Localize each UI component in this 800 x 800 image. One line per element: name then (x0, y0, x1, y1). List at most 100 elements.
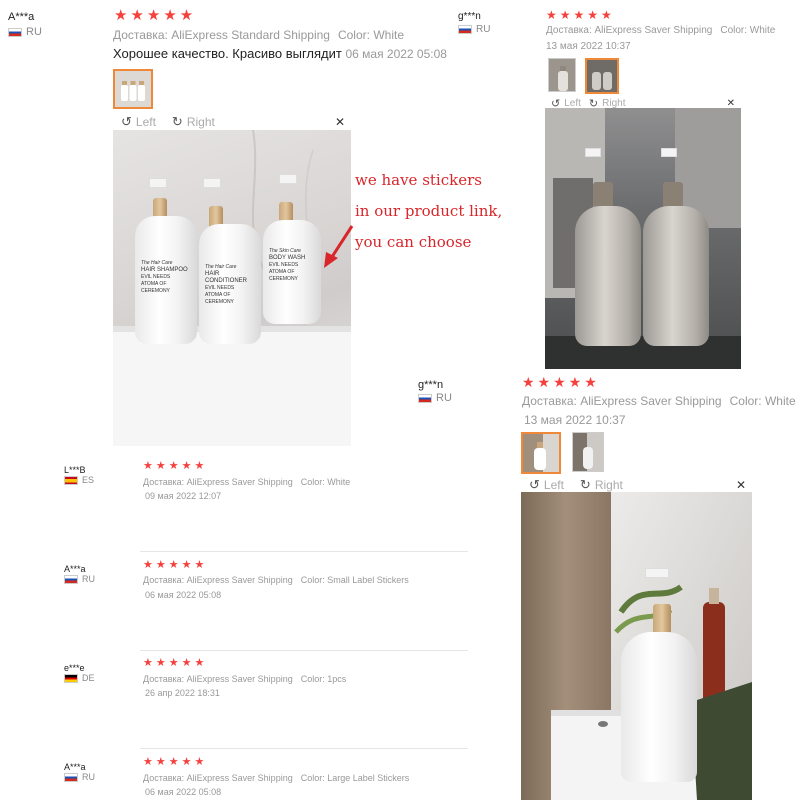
sticker-annotation: we have stickers in our product link, yo… (355, 165, 502, 258)
country-code: RU (26, 26, 42, 38)
review-date: 26 апр 2022 18:31 (145, 688, 220, 698)
white-bottle (621, 632, 697, 782)
rotate-left-label: Left (543, 478, 564, 492)
bamboo-cap (593, 182, 613, 208)
country-code: RU (436, 392, 452, 404)
label-product: HAIR CONDITIONER (205, 271, 247, 284)
review-meta: Доставка: AliExpress Saver Shipping Color… (143, 575, 409, 585)
de-flag-icon (64, 674, 78, 683)
rotate-right-icon: ↻ (579, 477, 591, 492)
review-date: 06 мая 2022 05:08 (345, 47, 447, 61)
review-photo-thumbnail[interactable] (113, 69, 153, 109)
thumbnail-image (523, 434, 559, 472)
bottle-label: The Hair Care HAIR SHAMPOO EVIL NEEDS AT… (141, 260, 191, 295)
reviewer-country: DE (64, 672, 95, 685)
reviewer-country: ES (64, 474, 94, 487)
rotate-right-button[interactable]: ↻ Right (580, 477, 623, 493)
bottle-label: The Hair Care HAIR CONDITIONER EVIL NEED… (205, 264, 257, 306)
review-date: 13 мая 2022 10:37 (546, 41, 631, 52)
review-meta: Доставка: AliExpress Saver Shipping Color… (143, 477, 350, 487)
pump-head (585, 148, 601, 157)
rotate-left-button[interactable]: ↺ Left (121, 114, 156, 130)
rotate-left-label: Left (135, 115, 156, 129)
rotate-left-button[interactable]: ↺ Left (529, 477, 564, 493)
country-code: DE (82, 673, 95, 683)
thumbnail-image (573, 433, 603, 471)
divider (140, 748, 468, 749)
label-brand: The Skin Care (269, 248, 301, 254)
rating-stars: ★★★★★ (546, 8, 615, 22)
shipping-method: Доставка: AliExpress Saver Shipping (143, 575, 293, 585)
rating-stars: ★★★★★ (143, 657, 208, 669)
review-photo-thumbnail[interactable] (548, 58, 576, 92)
annotation-line: in our product link, (355, 202, 503, 220)
pump-head (149, 178, 167, 188)
annotation-line: you can choose (355, 233, 472, 251)
rotate-right-button[interactable]: ↻ Right (172, 114, 215, 130)
annotation-arrow-icon (324, 225, 354, 268)
review-photo-thumbnail[interactable] (585, 58, 619, 94)
close-viewer-button[interactable]: ✕ (736, 478, 746, 492)
pump-head (645, 568, 669, 578)
label-brand: The Hair Care (205, 264, 237, 270)
label-product: BODY WASH (269, 255, 306, 261)
label-line: EVIL NEEDS (205, 285, 235, 291)
image-viewer-toolbar: ↺ Left ↻ Right ✕ (113, 114, 351, 130)
thumbnail-image (587, 60, 617, 92)
product-color: Color: White (720, 25, 776, 36)
bottle-label: The Skin Care BODY WASH EVIL NEEDS ATOMA… (269, 248, 317, 283)
review-photo-large[interactable]: The Hair Care HAIR SHAMPOO EVIL NEEDS AT… (113, 130, 351, 446)
review-date: 06 мая 2022 05:08 (145, 590, 222, 600)
divider (140, 650, 468, 651)
label-brand: The Hair Care (141, 260, 173, 266)
country-code: RU (82, 772, 95, 782)
thumbnail-image (115, 71, 151, 107)
reviewer-country: RU (64, 573, 95, 586)
product-color: Color: White (337, 28, 404, 42)
white-bottle (643, 206, 709, 346)
annotation-line: we have stickers (355, 171, 482, 189)
shipping-method: Доставка: AliExpress Saver Shipping (522, 394, 722, 408)
rotate-right-icon: ↻ (171, 114, 183, 129)
rating-stars: ★★★★★ (143, 460, 208, 472)
review-photo-thumbnail[interactable] (521, 432, 561, 474)
rotate-left-icon: ↺ (529, 477, 540, 492)
pump-head (279, 174, 297, 184)
rotate-right-label: Right (186, 115, 215, 129)
review-photo-large[interactable] (521, 492, 752, 800)
pump-head (203, 178, 221, 188)
product-color: Color: White (729, 394, 796, 408)
shipping-method: Доставка: AliExpress Standard Shipping (113, 28, 330, 42)
reviewer-name: A***a (8, 11, 35, 23)
close-viewer-button[interactable]: ✕ (727, 98, 735, 109)
bamboo-cap (663, 182, 683, 208)
review-meta: Доставка: AliExpress Saver Shipping Color… (143, 674, 346, 684)
ru-flag-icon (64, 773, 78, 782)
rating-stars: ★★★★★ (522, 374, 600, 390)
divider (140, 551, 468, 552)
conditioner-bottle: The Hair Care HAIR CONDITIONER EVIL NEED… (199, 224, 261, 344)
rotate-left-label: Left (564, 97, 581, 109)
review-body: Хорошее качество. Красиво выглядит (113, 46, 342, 61)
reviewer-country: RU (418, 392, 452, 405)
ru-flag-icon (8, 28, 22, 37)
country-code: ES (82, 475, 95, 485)
shipping-method: Доставка: AliExpress Saver Shipping (143, 477, 293, 487)
reviewer-country: RU (64, 771, 95, 784)
review-meta: Доставка: AliExpress Saver Shipping Color… (546, 25, 775, 36)
rating-stars: ★★★★★ (143, 756, 208, 768)
rotate-left-icon: ↺ (121, 114, 132, 129)
shampoo-bottle: The Hair Care HAIR SHAMPOO EVIL NEEDS AT… (135, 216, 197, 344)
review-meta: Доставка: AliExpress Saver Shipping Color… (143, 773, 409, 783)
ru-flag-icon (458, 25, 472, 34)
review-photo-thumbnail[interactable] (572, 432, 604, 472)
product-color: Color: 1pcs (300, 674, 347, 684)
review-photo-large[interactable] (545, 108, 741, 369)
image-viewer-toolbar: ↺ Left ↻ Right ✕ (521, 477, 752, 493)
product-color: Color: Small Label Stickers (300, 575, 409, 585)
label-line: ATOMA OF CEREMONY (269, 269, 298, 282)
es-flag-icon (64, 476, 78, 485)
close-viewer-button[interactable]: ✕ (335, 115, 345, 129)
ru-flag-icon (64, 575, 78, 584)
reviewer-country: RU (8, 26, 42, 39)
